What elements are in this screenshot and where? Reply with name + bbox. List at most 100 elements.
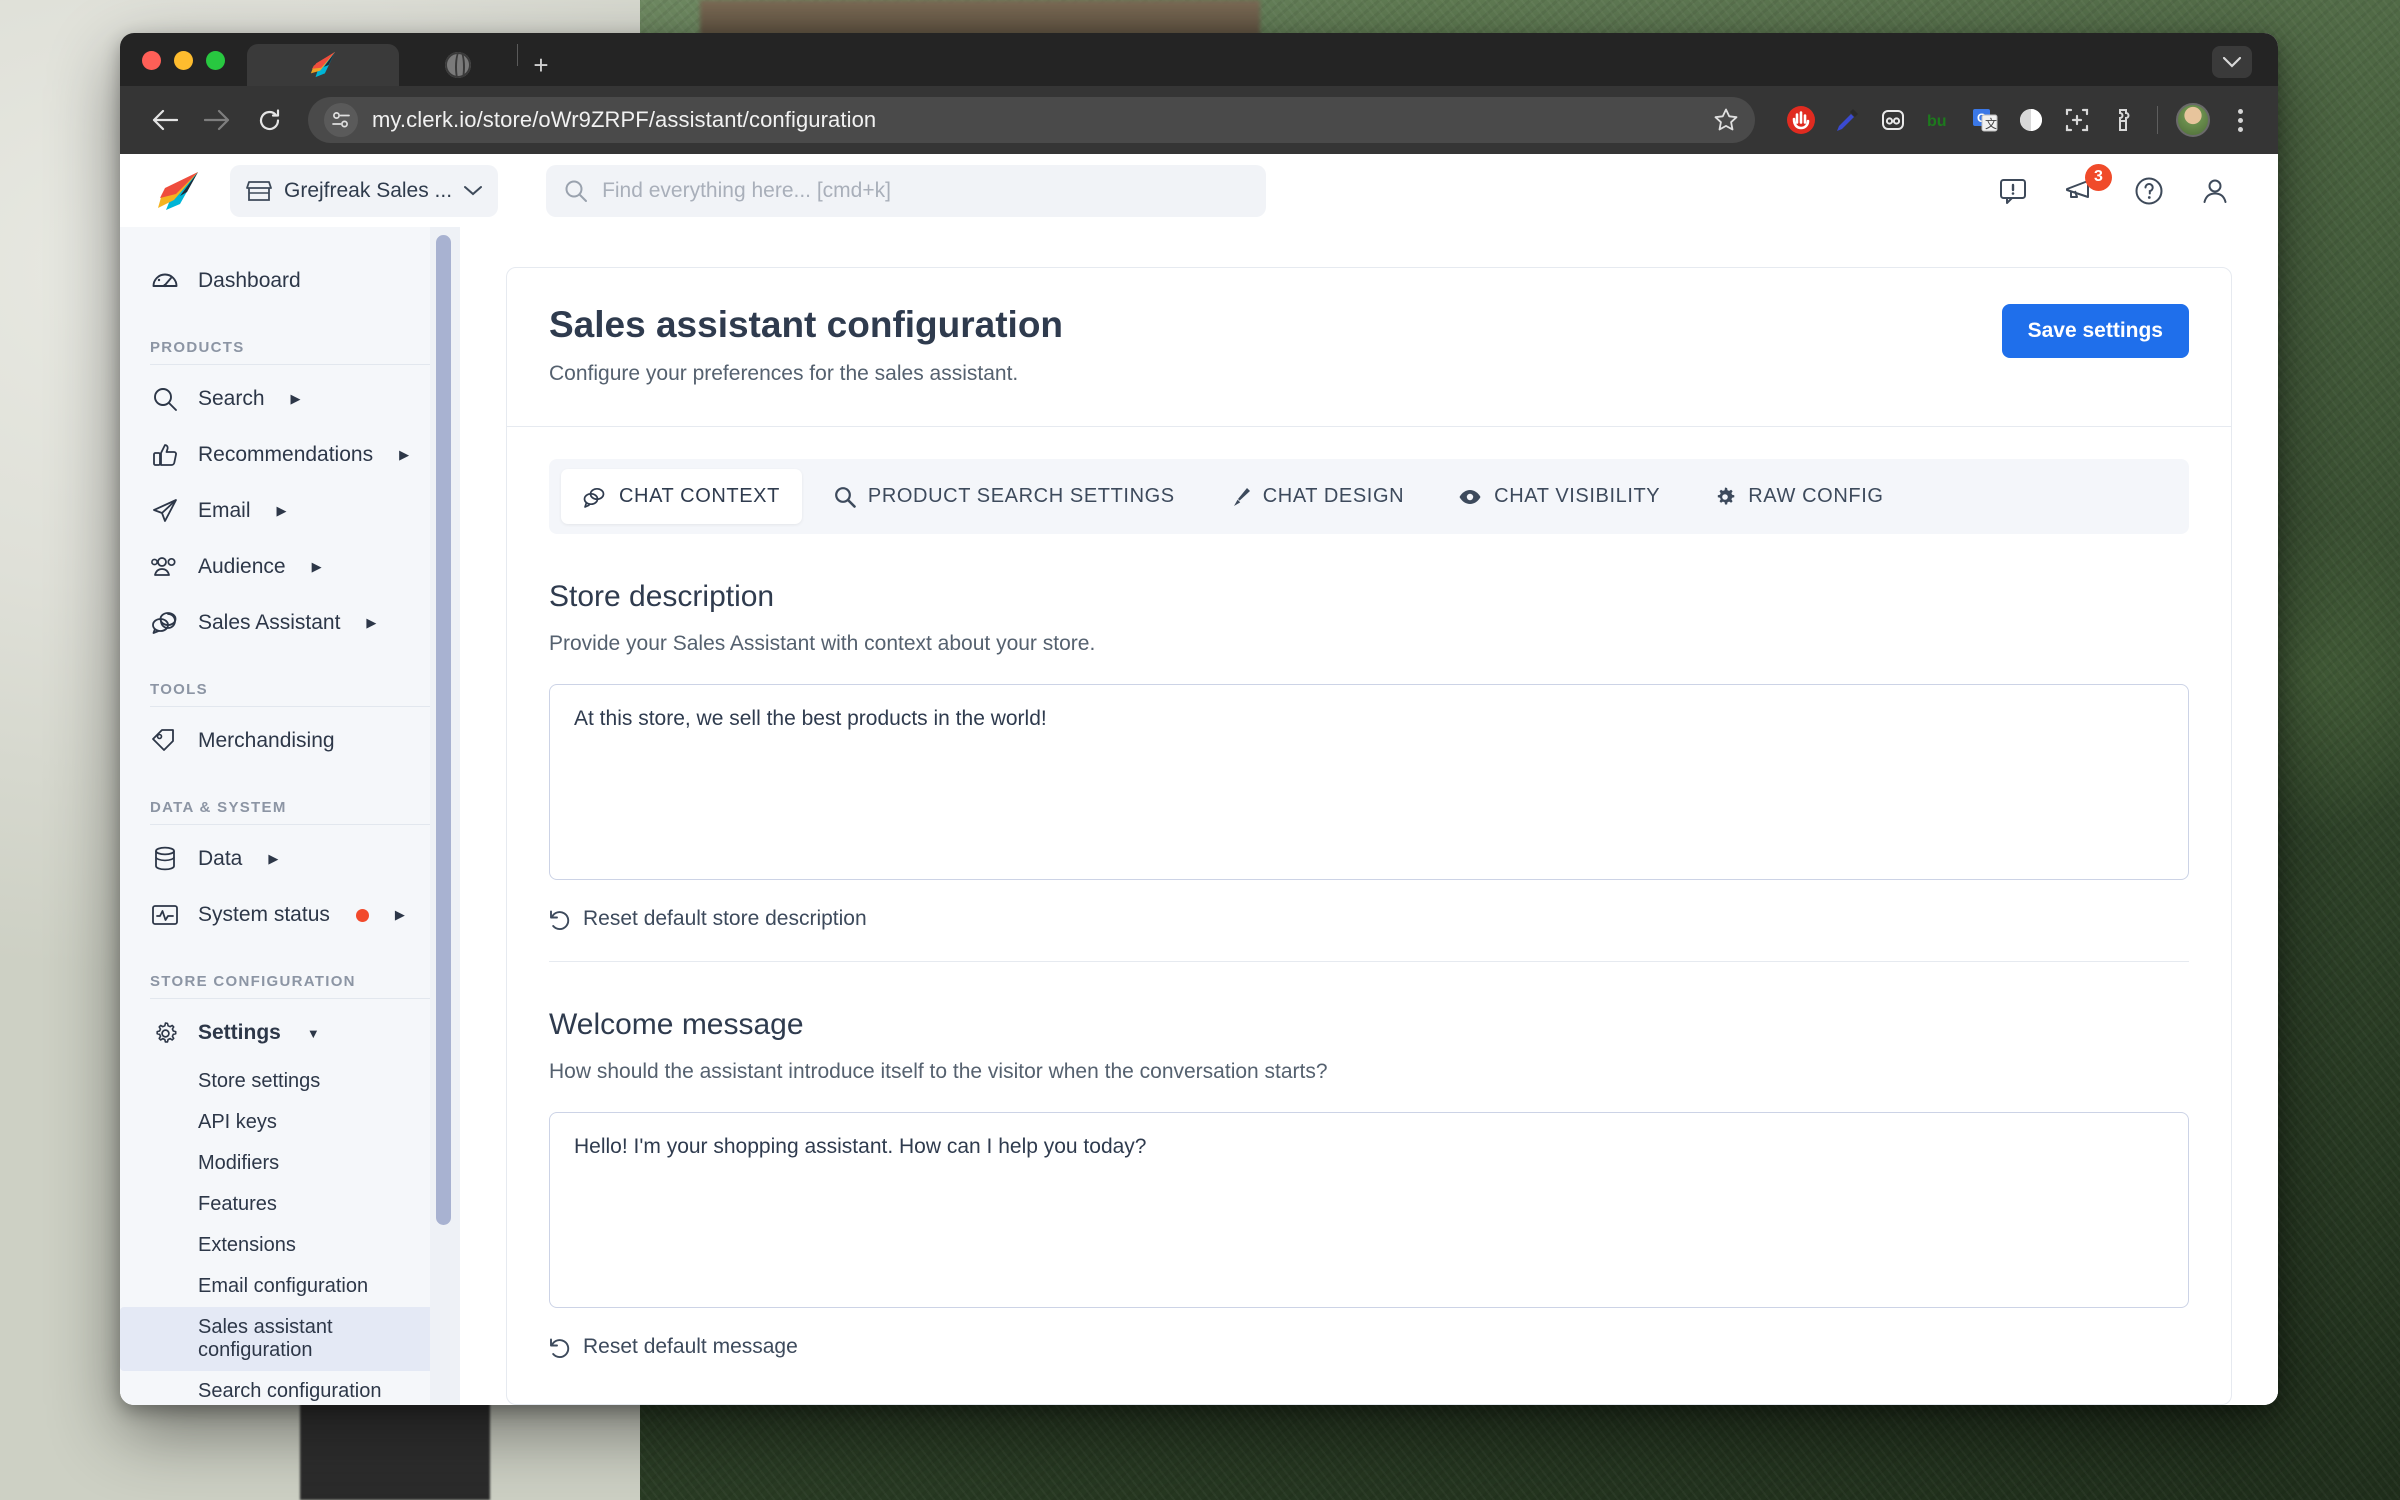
reset-welcome-message-link[interactable]: Reset default message [549,1335,2189,1359]
sidebar-subitem-modifiers[interactable]: Modifiers [120,1143,460,1184]
tab-label: RAW CONFIG [1748,485,1884,507]
tab-chat-context[interactable]: CHAT CONTEXT [561,469,802,524]
sidebar-item-recommendations[interactable]: Recommendations ▶ [120,427,460,483]
store-icon [246,180,272,201]
address-bar[interactable]: my.clerk.io/store/oWr9ZRPF/assistant/con… [308,97,1755,143]
store-selector[interactable]: Grejfreak Sales ... [230,164,499,217]
store-description-help: Provide your Sales Assistant with contex… [549,632,1096,655]
minimize-window-button[interactable] [174,51,193,70]
sidebar-item-audience[interactable]: Audience ▶ [120,539,460,595]
bu-text-icon[interactable]: bu [1923,104,1955,136]
app-body: Dashboard PRODUCTS Search ▶ Recommendati… [120,227,2278,1405]
sidebar-scrollbar-track[interactable] [430,227,460,1405]
tag-icon [150,726,180,756]
sidebar-item-email[interactable]: Email ▶ [120,483,460,539]
panda-icon[interactable] [1877,104,1909,136]
sidebar-section-store-config-label: STORE CONFIGURATION [150,973,356,990]
announcements-badge: 3 [2085,163,2112,191]
sidebar-subitem-extensions[interactable]: Extensions [120,1225,460,1266]
tab-raw-config[interactable]: RAW CONFIG [1692,469,1905,524]
sidebar-item-merchandising[interactable]: Merchandising [120,713,460,769]
puzzle-extension-icon[interactable] [2107,104,2139,136]
tab-list-chevron-icon[interactable] [2212,46,2252,78]
wallpaper-cliff [700,0,1260,36]
search-icon [150,384,180,414]
sidebar-item-settings[interactable]: Settings ▼ [120,1005,460,1061]
globe-icon [445,52,471,78]
url-text: my.clerk.io/store/oWr9ZRPF/assistant/con… [372,107,877,132]
clerk-logo[interactable] [154,170,200,212]
sidebar-item-label: Sales Assistant [198,611,341,634]
eye-icon [1459,489,1481,504]
sidebar-subitem-api-keys[interactable]: API keys [120,1102,460,1143]
sidebar-subitem-sales-assistant-configuration[interactable]: Sales assistant configuration [120,1307,442,1371]
help-icon[interactable] [2134,176,2164,206]
undo-icon [550,1338,570,1358]
tab-chat-visibility[interactable]: CHAT VISIBILITY [1436,469,1682,524]
chat-bubbles-icon [150,608,180,638]
close-window-button[interactable] [142,51,161,70]
sidebar-item-label: Recommendations [198,443,374,466]
browser-menu-icon[interactable] [2224,104,2256,136]
tab-chat-design[interactable]: CHAT DESIGN [1207,469,1426,524]
sidebar-subitem-search-configuration[interactable]: Search configuration [120,1371,460,1405]
gear-icon [1718,487,1735,504]
main-content: Sales assistant configuration Configure … [460,227,2278,1405]
page-subtitle: Configure your preferences for the sales… [549,362,1019,385]
circle-half-icon[interactable] [2015,104,2047,136]
welcome-message-title: Welcome message [549,1008,804,1041]
svg-text:文: 文 [1985,116,1997,131]
app-header: Grejfreak Sales ... Find everything here… [120,154,2278,227]
new-tab-button[interactable]: + [518,44,564,86]
reset-link-label: Reset default store description [583,907,867,930]
account-icon[interactable] [2200,176,2230,206]
forward-button[interactable] [194,97,240,143]
adblock-hand-icon[interactable] [1785,104,1817,136]
sidebar-subitem-store-settings[interactable]: Store settings [120,1061,460,1102]
profile-avatar[interactable] [2176,103,2210,137]
sidebar-item-search[interactable]: Search ▶ [120,371,460,427]
brush-icon [1233,487,1250,506]
maximize-window-button[interactable] [206,51,225,70]
chevron-right-icon: ▶ [268,851,279,866]
sidebar-item-label: Search [198,387,265,410]
google-translate-icon[interactable]: G文 [1969,104,2001,136]
chevron-right-icon: ▶ [276,503,287,518]
configuration-card: Sales assistant configuration Configure … [506,267,2232,1405]
eyedropper-icon[interactable] [1831,104,1863,136]
sidebar-section-tools-label: TOOLS [150,681,208,698]
save-settings-button[interactable]: Save settings [2001,304,2189,358]
chevron-right-icon: ▶ [290,391,301,406]
browser-tab-inactive[interactable] [399,44,517,86]
reload-button[interactable] [246,97,292,143]
feedback-icon[interactable] [1998,176,2028,206]
pulse-monitor-icon [150,900,180,930]
site-settings-icon[interactable] [324,103,358,137]
store-description-input[interactable] [549,684,2189,880]
sidebar-subitem-features[interactable]: Features [120,1184,460,1225]
status-badge [355,908,369,922]
sidebar-item-system-status[interactable]: System status ▶ [120,887,460,943]
screenshot-crop-icon[interactable] [2061,104,2093,136]
browser-tab-active[interactable] [247,44,399,86]
store-name: Grejfreak Sales ... [284,178,453,202]
tab-product-search-settings[interactable]: PRODUCT SEARCH SETTINGS [812,469,1197,524]
sidebar-subitem-email-configuration[interactable]: Email configuration [120,1266,460,1307]
sidebar-item-sales-assistant[interactable]: Sales Assistant ▶ [120,595,460,651]
header-actions: 3 [1998,163,2244,206]
tab-bar: CHAT CONTEXT PRODUCT SEARCH SETTINGS CHA… [549,459,2189,534]
sidebar-item-data[interactable]: Data ▶ [120,831,460,887]
announcements-icon[interactable]: 3 [2064,163,2112,206]
sidebar-item-label: System status [198,903,330,926]
reset-store-description-link[interactable]: Reset default store description [549,907,2189,931]
sidebar-scrollbar-thumb[interactable] [436,235,451,1225]
sidebar-section-products-label: PRODUCTS [150,339,245,356]
sidebar-divider [150,998,430,999]
global-search[interactable]: Find everything here... [cmd+k] [546,164,1267,217]
reset-link-label: Reset default message [583,1335,798,1358]
bookmark-star-icon[interactable] [1701,107,1739,133]
welcome-message-input[interactable] [549,1112,2189,1308]
back-button[interactable] [142,97,188,143]
browser-toolbar: my.clerk.io/store/oWr9ZRPF/assistant/con… [120,86,2278,154]
sidebar-item-dashboard[interactable]: Dashboard [120,253,460,309]
